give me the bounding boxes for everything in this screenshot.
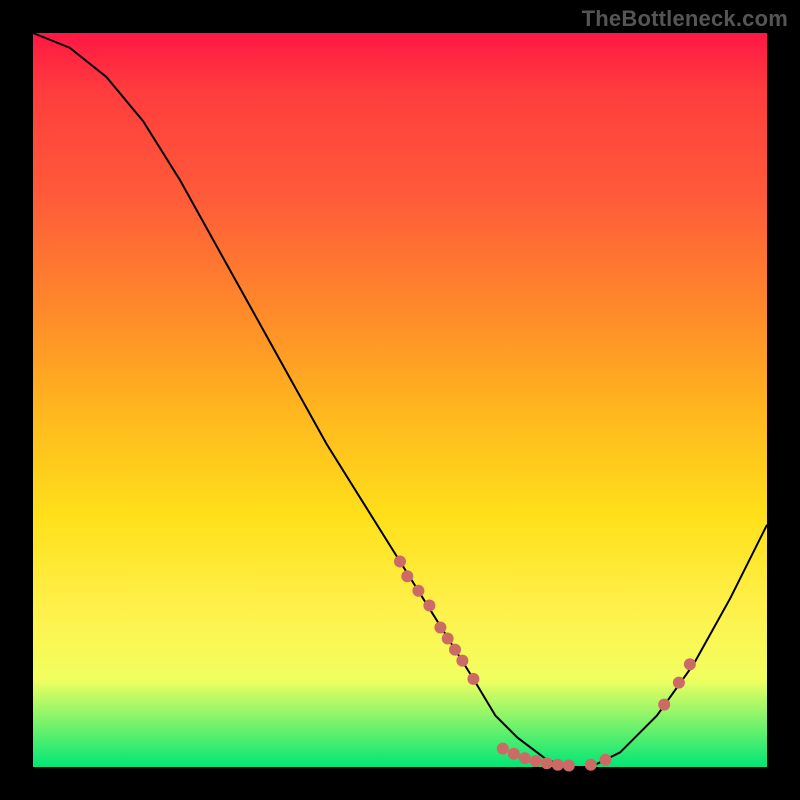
- data-point: [684, 658, 696, 670]
- data-point: [600, 754, 612, 766]
- data-points: [394, 556, 696, 772]
- data-point: [394, 556, 406, 568]
- bottleneck-curve: [33, 33, 767, 767]
- data-point: [508, 748, 520, 760]
- data-point: [434, 622, 446, 634]
- chart-stage: TheBottleneck.com: [0, 0, 800, 800]
- data-point: [467, 673, 479, 685]
- data-point: [497, 743, 509, 755]
- plot-area: [33, 33, 767, 767]
- data-point: [442, 633, 454, 645]
- data-point: [519, 752, 531, 764]
- data-point: [456, 655, 468, 667]
- data-point: [423, 600, 435, 612]
- watermark-text: TheBottleneck.com: [582, 6, 788, 32]
- data-point: [541, 757, 553, 769]
- data-point: [449, 644, 461, 656]
- data-point: [401, 570, 413, 582]
- data-point: [585, 759, 597, 771]
- data-point: [552, 759, 564, 771]
- data-point: [673, 677, 685, 689]
- data-point: [658, 699, 670, 711]
- data-point: [530, 755, 542, 767]
- curve-svg: [33, 33, 767, 767]
- data-point: [563, 760, 575, 772]
- data-point: [412, 585, 424, 597]
